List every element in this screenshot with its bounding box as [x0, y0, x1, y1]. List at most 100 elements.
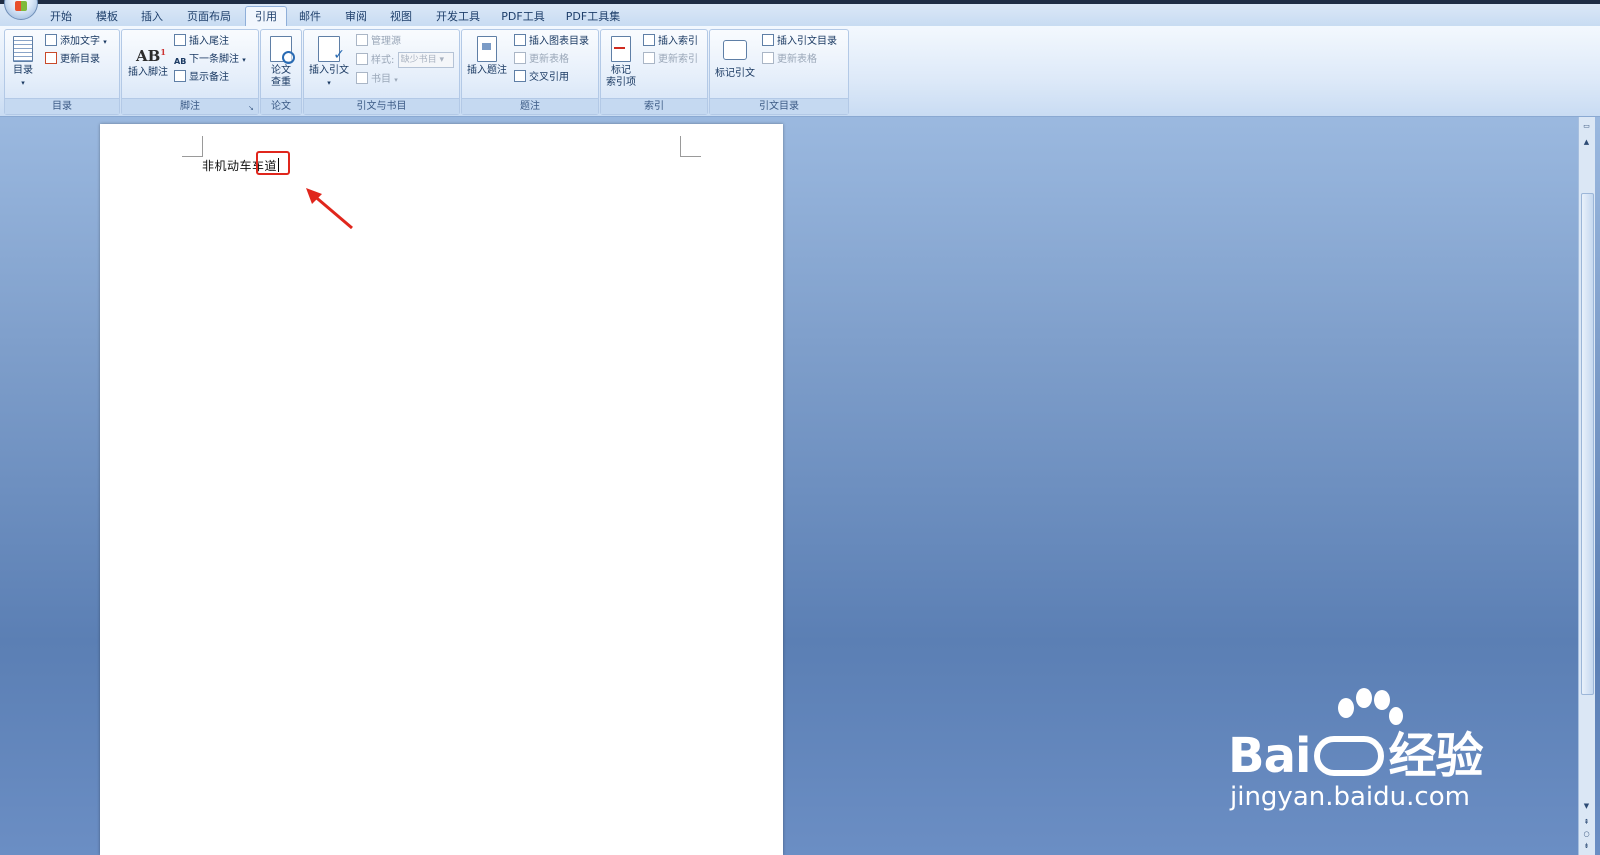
watermark-brand: Bai: [1228, 728, 1311, 784]
update-toa-button[interactable]: 更新表格: [762, 52, 817, 68]
tab-templates[interactable]: 模板: [90, 7, 124, 27]
cross-reference-icon: [514, 70, 526, 82]
tab-references[interactable]: 引用: [245, 6, 287, 27]
insert-table-figures-label: 插入图表目录: [529, 36, 589, 47]
update-toc-label: 更新目录: [60, 54, 100, 65]
update-toc-button[interactable]: 更新目录: [45, 52, 100, 68]
thesis-check-label-1: 论文: [271, 65, 291, 76]
cross-reference-label: 交叉引用: [529, 72, 569, 83]
group-captions: 插入题注 插入图表目录 更新表格 交叉引用 题注: [461, 29, 599, 115]
insert-citation-button[interactable]: ✓ 插入引文 ▾: [306, 36, 352, 89]
add-text-button[interactable]: 添加文字 ▾: [45, 34, 107, 50]
scrollbar-thumb[interactable]: [1581, 193, 1594, 695]
insert-caption-button[interactable]: 插入题注: [464, 36, 510, 77]
split-handle-icon[interactable]: ▭: [1581, 121, 1592, 131]
insert-caption-icon: [477, 36, 497, 62]
insert-toa-icon: [762, 34, 774, 46]
tab-view[interactable]: 视图: [384, 7, 418, 27]
bibliography-icon: [356, 72, 368, 84]
endnote-icon: [174, 34, 186, 46]
tab-home[interactable]: 开始: [44, 7, 78, 27]
group-footnotes: AB1 插入脚注 插入尾注 AB 下一条脚注 ▾ 显示备注 脚注 ↘: [121, 29, 259, 115]
mark-citation-button[interactable]: 标记引文: [712, 40, 758, 80]
group-label-citations: 引文与书目: [304, 98, 459, 114]
insert-caption-label: 插入题注: [467, 65, 507, 76]
style-dropdown[interactable]: 缺少书目 ▾: [397, 52, 454, 68]
ribbon: 目录 ▾ 添加文字 ▾ 更新目录 目录 AB1 插入脚注 插入尾注 AB 下一条脚…: [0, 26, 1600, 117]
mark-entry-icon: [611, 36, 631, 62]
group-citations: ✓ 插入引文 ▾ 管理源 样式: 缺少书目 ▾ 书目 ▾ 引文与书目: [303, 29, 460, 115]
tab-review[interactable]: 审阅: [339, 7, 373, 27]
table-figures-icon: [514, 34, 526, 46]
magnifier-doc-icon: [270, 36, 295, 64]
dialog-launcher-icon[interactable]: ↘: [248, 104, 256, 112]
update-table-icon: [514, 52, 526, 64]
tab-insert[interactable]: 插入: [135, 7, 169, 27]
margin-corner-top-left: [182, 136, 203, 157]
style-icon: [356, 53, 368, 65]
insert-footnote-label: 插入脚注: [128, 67, 168, 78]
tab-pdf-tools[interactable]: PDF工具: [498, 7, 548, 27]
update-index-button[interactable]: 更新索引: [643, 52, 698, 68]
group-label-toa: 引文目录: [710, 98, 848, 114]
show-notes-icon: [174, 70, 186, 82]
browse-object-icon[interactable]: ○: [1581, 829, 1592, 839]
previous-page-icon[interactable]: ⇞: [1581, 817, 1592, 827]
insert-index-label: 插入索引: [658, 36, 698, 47]
insert-endnote-button[interactable]: 插入尾注: [174, 34, 229, 50]
group-toc: 目录 ▾ 添加文字 ▾ 更新目录 目录: [4, 29, 120, 115]
scroll-up-arrow-icon[interactable]: ▲: [1581, 137, 1592, 147]
update-table-label: 更新表格: [529, 54, 569, 65]
next-footnote-button[interactable]: AB 下一条脚注 ▾: [174, 52, 246, 68]
toc-button[interactable]: 目录 ▾: [9, 36, 37, 89]
next-footnote-label: 下一条脚注: [189, 54, 239, 65]
group-index: 标记 索引项 插入索引 更新索引 索引: [600, 29, 708, 115]
insert-endnote-label: 插入尾注: [189, 36, 229, 47]
thesis-check-label-2: 查重: [271, 77, 291, 88]
show-notes-label: 显示备注: [189, 72, 229, 83]
tab-developer[interactable]: 开发工具: [430, 7, 486, 27]
add-text-label: 添加文字: [60, 36, 100, 47]
update-index-icon: [643, 52, 655, 64]
style-selector: 样式: 缺少书目 ▾: [356, 52, 454, 68]
ribbon-tab-bar: 开始 模板 插入 页面布局 引用 邮件 审阅 视图 开发工具 PDF工具 PDF…: [0, 4, 1600, 27]
insert-index-icon: [643, 34, 655, 46]
thesis-check-button[interactable]: 论文 查重: [263, 36, 299, 89]
highlight-box: [256, 151, 290, 175]
group-label-captions: 题注: [462, 98, 598, 114]
insert-footnote-button[interactable]: AB1 插入脚注: [125, 40, 171, 79]
office-logo-icon: [15, 1, 27, 11]
insert-table-figures-button[interactable]: 插入图表目录: [514, 34, 589, 50]
watermark-url: jingyan.baidu.com: [1230, 782, 1470, 812]
tab-pdf-toolset[interactable]: PDF工具集: [562, 7, 624, 27]
insert-citation-label: 插入引文: [309, 65, 349, 76]
mark-entry-label-1: 标记: [611, 65, 631, 76]
vertical-scrollbar[interactable]: ▭ ▲ ▼ ⇞ ○ ⇟: [1578, 117, 1595, 855]
tab-mailings[interactable]: 邮件: [293, 7, 327, 27]
manage-sources-icon: [356, 34, 368, 46]
paw-body-icon: [1314, 736, 1385, 776]
insert-toa-button[interactable]: 插入引文目录: [762, 34, 837, 50]
chevron-down-icon: ▾: [327, 79, 331, 87]
mark-entry-button[interactable]: 标记 索引项: [603, 36, 639, 89]
insert-citation-icon: ✓: [318, 36, 345, 62]
tab-page-layout[interactable]: 页面布局: [182, 7, 236, 27]
insert-toa-label: 插入引文目录: [777, 36, 837, 47]
mark-citation-label: 标记引文: [715, 68, 755, 79]
group-thesis: 论文 查重 论文: [260, 29, 302, 115]
cross-reference-button[interactable]: 交叉引用: [514, 70, 569, 86]
update-toa-icon: [762, 52, 774, 64]
group-label-thesis: 论文: [261, 98, 301, 114]
next-page-icon[interactable]: ⇟: [1581, 841, 1592, 851]
update-toa-label: 更新表格: [777, 54, 817, 65]
manage-sources-button[interactable]: 管理源: [356, 34, 401, 50]
scroll-down-arrow-icon[interactable]: ▼: [1581, 801, 1592, 811]
group-toa: 标记引文 插入引文目录 更新表格 引文目录: [709, 29, 849, 115]
mark-entry-label-2: 索引项: [606, 77, 636, 88]
show-notes-button[interactable]: 显示备注: [174, 70, 229, 86]
document-page[interactable]: 非机动车车道: [100, 124, 783, 855]
bibliography-button[interactable]: 书目 ▾: [356, 72, 398, 88]
footnote-ab-icon: AB1: [136, 47, 166, 65]
update-table-button[interactable]: 更新表格: [514, 52, 569, 68]
insert-index-button[interactable]: 插入索引: [643, 34, 698, 50]
